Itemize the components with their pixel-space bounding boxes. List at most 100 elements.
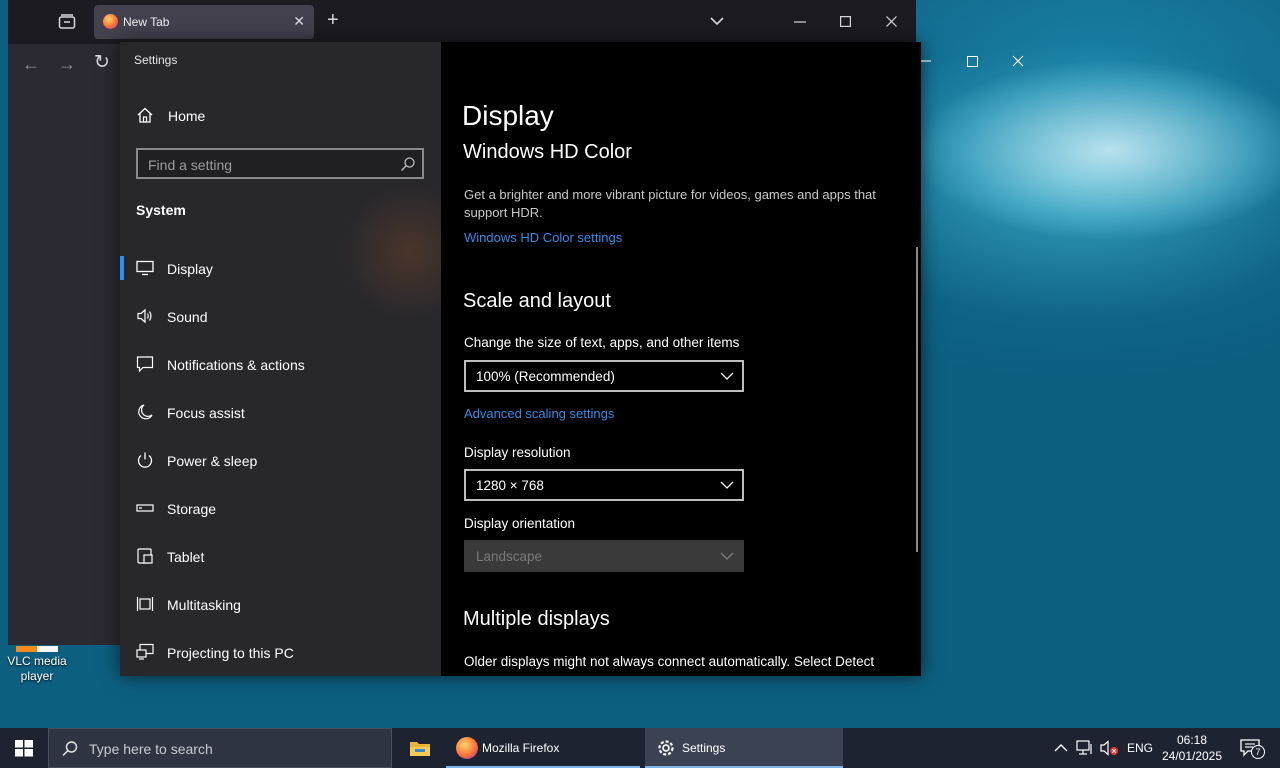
nav-item-label: Display [167,261,213,277]
file-explorer-icon [410,742,430,756]
search-icon[interactable] [400,156,416,172]
nav-item-label: Storage [167,501,217,517]
firefox-logo-icon [103,14,118,29]
scale-dropdown[interactable]: 100% (Recommended) [464,360,744,392]
network-icon[interactable] [1076,739,1096,757]
desktop-icon-label: VLC media player [7,654,67,683]
vlc-icon [16,646,58,652]
tab-title: New Tab [123,15,170,29]
tablet-icon [137,548,153,564]
taskbar-search-placeholder: Type here to search [89,741,213,757]
windows-start-icon[interactable] [0,728,48,768]
search-icon [62,741,78,757]
taskbar-search-input[interactable]: Type here to search [48,728,392,768]
close-icon[interactable] [995,48,1041,74]
nav-item-tablet[interactable]: Tablet [136,541,426,571]
nav-item-label: Tablet [167,549,205,565]
monitor-icon [136,260,154,276]
back-arrow-icon[interactable]: ← [22,55,40,73]
nav-item-label: Notifications & actions [167,357,305,373]
storage-icon [136,504,154,512]
maximize-icon[interactable] [840,16,851,27]
settings-window: Settings Home Find a setting System Disp… [120,42,1024,676]
orientation-value: Landscape [476,549,543,564]
hd-color-description: Get a brighter and more vibrant picture … [464,187,876,220]
power-icon [137,452,153,468]
new-tab-plus-icon[interactable]: + [327,10,339,30]
nav-item-label: Projecting to this PC [167,645,294,661]
resolution-label: Display resolution [464,445,571,460]
forward-arrow-icon[interactable]: → [58,55,76,73]
nav-item-label: Power & sleep [167,453,258,469]
window-title: Settings [134,53,178,67]
gear-icon [658,740,674,756]
close-icon[interactable] [886,16,897,27]
orientation-label: Display orientation [464,516,576,531]
heading-hd-color: Windows HD Color [463,141,632,163]
section-heading-system: System [136,202,186,218]
chevron-up-icon[interactable] [1054,742,1068,754]
chevron-down-icon [720,552,734,560]
desktop-icon-vlc[interactable]: VLC media player [4,646,70,684]
nav-home[interactable]: Home [136,104,336,128]
scale-value: 100% (Recommended) [476,369,615,384]
nav-item-storage[interactable]: Storage [136,493,426,523]
taskbar: Type here to search Mozilla Firefox Sett… [0,728,1280,768]
taskbar-firefox[interactable]: Mozilla Firefox [446,728,640,768]
orientation-dropdown[interactable]: Landscape [464,540,744,572]
moon-icon [138,404,153,420]
firefox-tab-bar: New Tab ✕ + [8,0,916,44]
taskbar-app-label: Settings [682,741,726,755]
list-all-tabs-chevron-icon[interactable] [710,16,724,26]
nav-item-label: Sound [167,309,208,325]
projecting-icon [136,643,154,660]
find-setting-search-input[interactable]: Find a setting [136,148,424,179]
advanced-scaling-link[interactable]: Advanced scaling settings [464,406,614,421]
nav-item-focus-assist[interactable]: Focus assist [136,397,426,427]
minimize-icon[interactable] [794,21,806,23]
clock-date: 24/01/2025 [1161,749,1223,763]
multitasking-icon [136,597,154,611]
firefox-view-icon[interactable] [58,14,76,30]
taskbar-file-explorer[interactable] [398,728,442,768]
taskbar-settings[interactable]: Settings [645,728,843,768]
notification-count-badge: 7 [1251,745,1265,759]
nav-item-label: Focus assist [167,405,245,421]
resolution-value: 1280 × 768 [476,478,544,493]
nav-home-label: Home [168,108,206,124]
home-icon [137,107,153,123]
nav-item-power-sleep[interactable]: Power & sleep [136,445,426,475]
nav-item-notifications[interactable]: Notifications & actions [136,349,426,379]
taskbar-clock[interactable]: 06:18 24/01/2025 [1160,732,1224,764]
hd-color-settings-link[interactable]: Windows HD Color settings [464,230,622,245]
nav-item-projecting[interactable]: Projecting to this PC [136,637,426,667]
search-placeholder: Find a setting [148,157,233,173]
heading-multiple-displays: Multiple displays [463,608,610,630]
chevron-down-icon [720,481,734,489]
volume-muted-icon[interactable] [1100,739,1120,757]
settings-sidebar: Settings Home Find a setting System Disp… [120,42,441,676]
page-title: Display [462,100,554,131]
taskbar-app-label: Mozilla Firefox [482,741,560,755]
language-indicator[interactable]: ENG [1127,741,1153,755]
reload-icon[interactable]: ↻ [94,53,110,72]
resolution-dropdown[interactable]: 1280 × 768 [464,469,744,501]
nav-item-label: Multitasking [167,597,241,613]
tab-new-tab[interactable]: New Tab ✕ [94,5,314,39]
heading-scale-layout: Scale and layout [463,290,611,312]
nav-item-display[interactable]: Display [120,253,426,283]
action-center-button[interactable]: 7 [1232,728,1280,768]
speaker-icon [137,308,152,324]
tab-close-icon[interactable]: ✕ [293,13,305,30]
maximize-icon[interactable] [949,48,995,74]
nav-item-multitasking[interactable]: Multitasking [136,589,426,619]
firefox-icon [456,737,478,759]
minimize-icon[interactable] [903,48,949,74]
nav-item-sound[interactable]: Sound [136,301,426,331]
settings-content: Display Windows HD Color Get a brighter … [441,42,1024,676]
clock-time: 06:18 [1176,733,1208,747]
content-scrollbar[interactable] [916,247,918,552]
notification-icon [136,356,154,373]
scale-label: Change the size of text, apps, and other… [464,335,740,350]
chevron-down-icon [720,372,734,380]
